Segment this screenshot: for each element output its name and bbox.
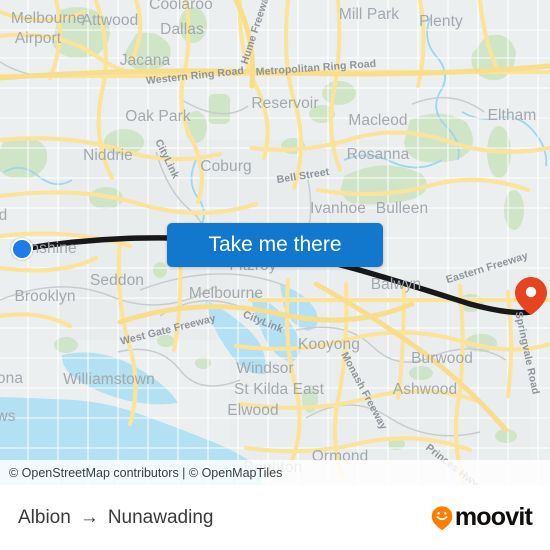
take-me-there-label: Take me there	[208, 233, 342, 256]
moovit-pin-icon	[431, 505, 453, 530]
route-summary: Albion → Nunawading	[18, 507, 430, 529]
map-attribution-text: © OpenStreetMap contributors | © OpenMap…	[9, 465, 283, 480]
route-origin-label: Albion	[18, 506, 71, 528]
destination-pin[interactable]	[514, 276, 548, 316]
moovit-wordmark: moovit	[454, 503, 533, 531]
take-me-there-button[interactable]: Take me there	[167, 223, 383, 267]
origin-dot[interactable]	[11, 238, 33, 260]
route-preview-screen: Melbourne Airport Attwood Coolaroo Dallas Mil…	[0, 0, 550, 550]
arrow-right-icon: →	[79, 507, 99, 528]
route-destination-label: Nunawading	[107, 506, 214, 528]
footer-bar: Albion → Nunawading moovit	[0, 485, 550, 550]
moovit-logo[interactable]: moovit	[430, 503, 533, 532]
map-canvas[interactable]: Melbourne Airport Attwood Coolaroo Dallas Mil…	[0, 0, 550, 485]
map-attribution-bar: © OpenStreetMap contributors | © OpenMap…	[0, 460, 550, 485]
